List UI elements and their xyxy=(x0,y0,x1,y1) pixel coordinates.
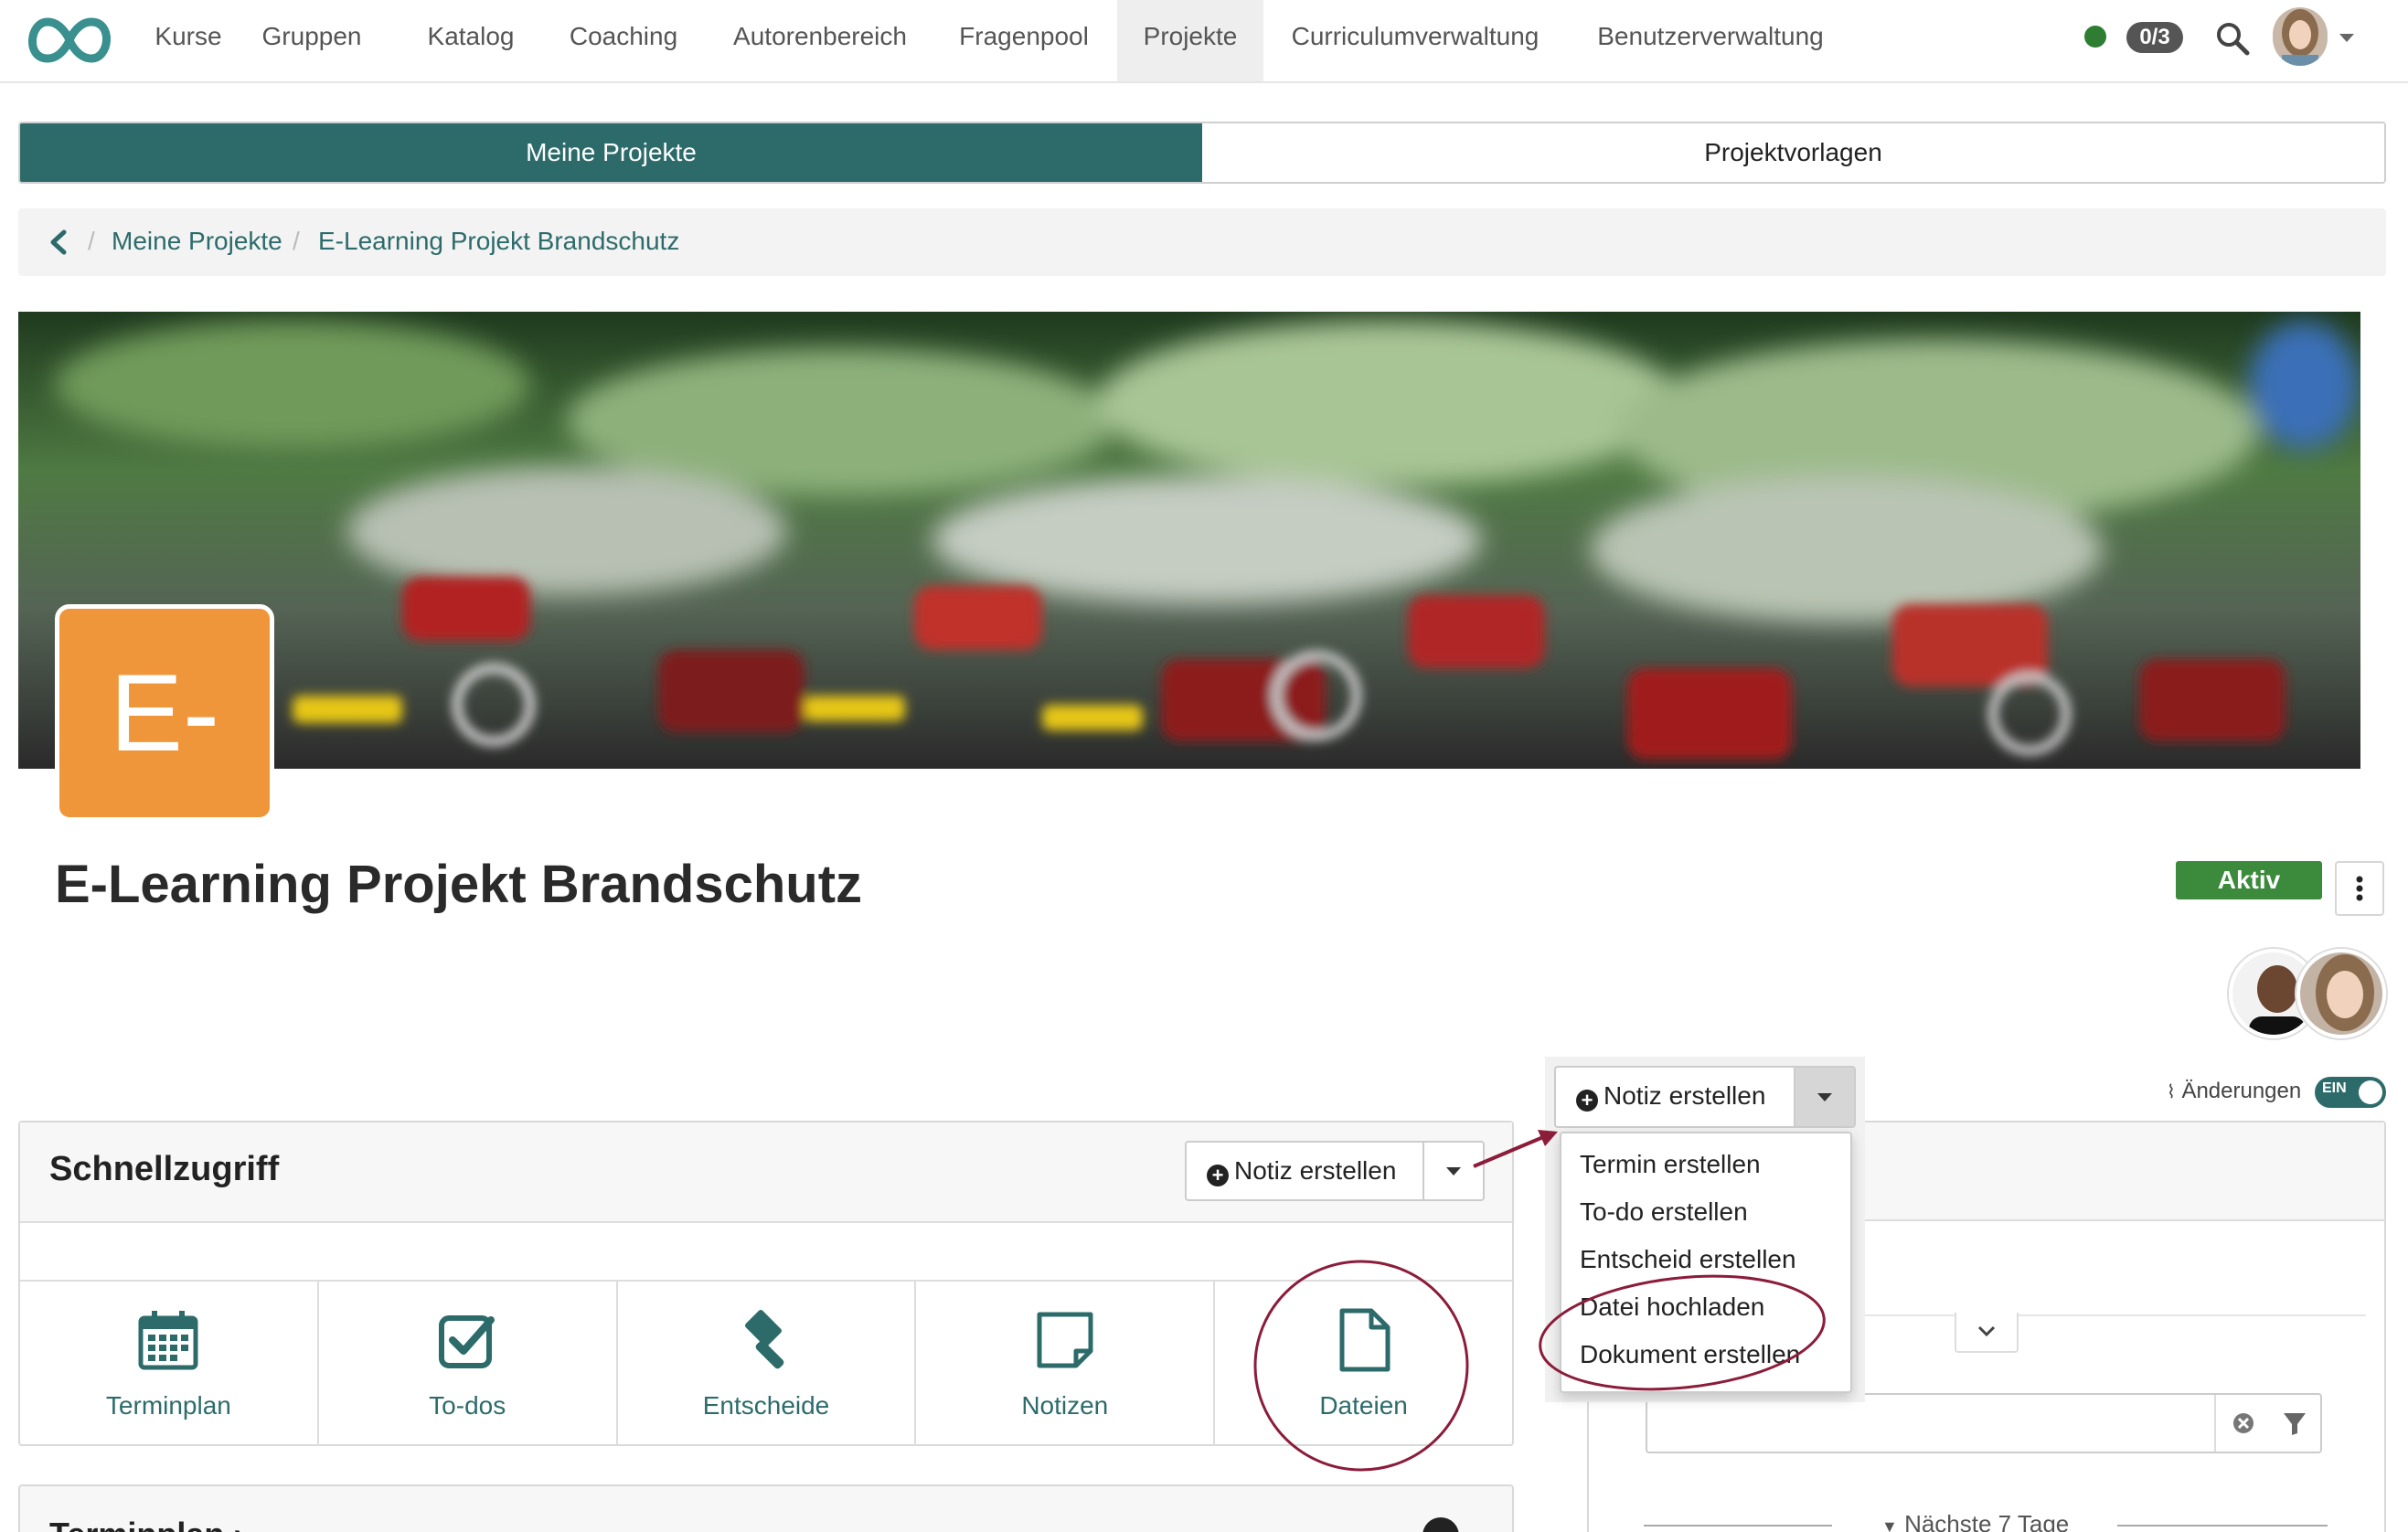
nav-coaching[interactable]: Coaching xyxy=(554,0,693,81)
terminplan-panel: Terminplan › xyxy=(18,1484,1514,1532)
chevron-down-icon xyxy=(1977,1325,1996,1337)
timeline-next-7-days[interactable]: ▼ Nächste 7 Tage xyxy=(1881,1510,2069,1532)
tile-entscheide[interactable]: Entscheide xyxy=(618,1282,917,1446)
info-icon[interactable] xyxy=(1422,1517,1459,1532)
project-tabs: Meine Projekte Projektvorlagen xyxy=(18,122,2386,184)
changes-toggle[interactable]: EIN xyxy=(2315,1077,2386,1108)
search-icon[interactable] xyxy=(2214,20,2251,57)
tab-projektvorlagen[interactable]: Projektvorlagen xyxy=(1202,123,2384,182)
caret-down-icon: ▼ xyxy=(1881,1517,1898,1532)
gavel-icon xyxy=(745,1310,784,1369)
tile-dateien[interactable]: Dateien xyxy=(1215,1282,1512,1446)
member-avatar[interactable] xyxy=(2296,949,2386,1038)
page-title: E-Learning Projekt Brandschutz xyxy=(55,855,863,914)
nav-benutzerverwaltung[interactable]: Benutzerverwaltung xyxy=(1578,0,1843,81)
more-options-button[interactable] xyxy=(2335,861,2384,916)
changes-feed-label: ⌇ Änderungen xyxy=(2167,1079,2302,1103)
menu-item-todo-erstellen[interactable]: To-do erstellen xyxy=(1580,1197,1748,1227)
plus-circle-icon: + xyxy=(1576,1090,1598,1112)
caret-down-icon xyxy=(1817,1093,1832,1101)
menu-item-termin-erstellen[interactable]: Termin erstellen xyxy=(1580,1150,1761,1179)
menu-item-dokument-erstellen[interactable]: Dokument erstellen xyxy=(1580,1340,1800,1369)
breadcrumb-meine-projekte[interactable]: Meine Projekte xyxy=(112,227,282,256)
toggle-label: EIN xyxy=(2322,1080,2347,1096)
chevron-left-icon[interactable] xyxy=(46,229,71,256)
breadcrumb-separator: / xyxy=(293,227,300,255)
breadcrumb: / Meine Projekte / E-Learning Projekt Br… xyxy=(18,208,2386,276)
tile-todos[interactable]: To-dos xyxy=(319,1282,618,1446)
nav-curriculumverwaltung[interactable]: Curriculumverwaltung xyxy=(1280,0,1550,81)
clear-filter-button[interactable] xyxy=(2214,1395,2269,1452)
close-circle-icon xyxy=(2233,1413,2254,1433)
tile-notizen[interactable]: Notizen xyxy=(916,1282,1216,1446)
tray-count-badge[interactable]: 0/3 xyxy=(2126,22,2183,53)
user-avatar[interactable] xyxy=(2273,7,2328,66)
breadcrumb-current-project[interactable]: E-Learning Projekt Brandschutz xyxy=(318,227,679,256)
nav-kurse[interactable]: Kurse xyxy=(137,0,240,81)
tile-label: Notizen xyxy=(1021,1391,1109,1420)
tile-label: Terminplan xyxy=(105,1391,231,1420)
create-note-split-button: + Notiz erstellen xyxy=(1554,1066,1856,1128)
create-note-button[interactable]: + Notiz erstellen xyxy=(1556,1068,1794,1126)
tab-meine-projekte[interactable]: Meine Projekte xyxy=(20,123,1202,182)
quick-access-title: Schnellzugriff xyxy=(49,1150,280,1188)
checkbox-checked-icon xyxy=(439,1315,495,1368)
filter-icon xyxy=(2284,1413,2306,1435)
create-menu-toggle[interactable] xyxy=(1794,1068,1854,1126)
file-icon xyxy=(1339,1308,1390,1372)
breadcrumb-separator: / xyxy=(88,227,95,255)
top-navigation: Kurse Gruppen Katalog Coaching Autorenbe… xyxy=(0,0,2408,83)
menu-item-entscheid-erstellen[interactable]: Entscheid erstellen xyxy=(1580,1245,1796,1274)
create-note-split-button: + Notiz erstellen xyxy=(1185,1141,1485,1201)
nav-fragenpool[interactable]: Fragenpool xyxy=(945,0,1103,81)
sticky-note-icon xyxy=(1037,1312,1093,1368)
create-menu: Termin erstellen To-do erstellen Entsche… xyxy=(1560,1132,1852,1393)
terminplan-title[interactable]: Terminplan › xyxy=(49,1516,244,1532)
toggle-knob xyxy=(2359,1080,2382,1104)
plus-circle-icon: + xyxy=(1207,1165,1229,1186)
project-banner-image xyxy=(18,312,2360,769)
divider xyxy=(2117,1525,2328,1527)
create-menu-toggle[interactable] xyxy=(1422,1143,1483,1199)
online-status-indicator[interactable] xyxy=(2084,26,2106,48)
chevron-down-icon[interactable] xyxy=(2337,27,2357,48)
nav-katalog[interactable]: Katalog xyxy=(410,0,532,81)
calendar-icon xyxy=(138,1311,198,1370)
nav-autorenbereich[interactable]: Autorenbereich xyxy=(719,0,922,81)
project-avatar: E- xyxy=(55,604,274,822)
caret-down-icon xyxy=(1446,1167,1461,1176)
tile-terminplan[interactable]: Terminplan xyxy=(20,1282,319,1446)
status-badge: Aktiv xyxy=(2176,861,2322,899)
nav-gruppen[interactable]: Gruppen xyxy=(249,0,375,81)
chevron-right-icon: › xyxy=(233,1516,244,1532)
create-menu-zoom-overlay: + Notiz erstellen Termin erstellen To-do … xyxy=(1545,1057,1865,1402)
quick-access-tiles: Terminplan To-dos Entscheide Notizen Dat… xyxy=(20,1280,1512,1446)
tile-label: Dateien xyxy=(1319,1391,1408,1420)
create-note-button[interactable]: + Notiz erstellen xyxy=(1187,1143,1422,1199)
openolat-logo[interactable] xyxy=(20,11,119,69)
tile-label: To-dos xyxy=(429,1391,506,1420)
quick-access-header: Schnellzugriff + Notiz erstellen xyxy=(20,1122,1512,1223)
menu-item-datei-hochladen[interactable]: Datei hochladen xyxy=(1580,1293,1764,1322)
rss-icon: ⌇ xyxy=(2167,1082,2176,1102)
nav-projekte[interactable]: Projekte xyxy=(1117,0,1263,81)
more-vertical-icon xyxy=(2356,876,2363,901)
quick-access-panel: Schnellzugriff + Notiz erstellen Terminpl… xyxy=(18,1121,1514,1446)
divider xyxy=(1644,1525,1832,1527)
filter-button[interactable] xyxy=(2269,1395,2320,1452)
tile-label: Entscheide xyxy=(702,1391,830,1420)
filter-dropdown-toggle[interactable] xyxy=(1955,1313,2019,1353)
